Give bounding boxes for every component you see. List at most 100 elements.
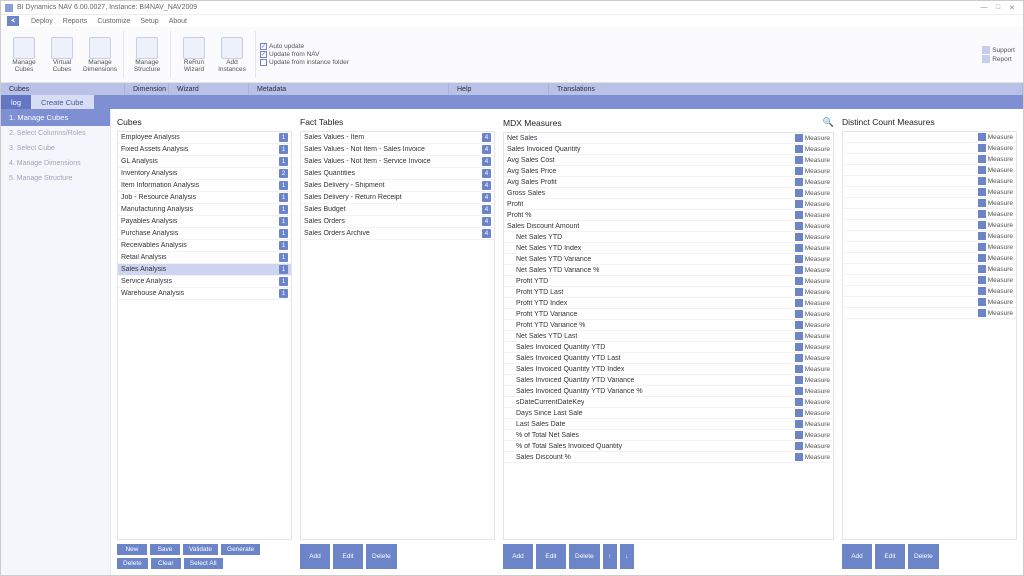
list-item[interactable]: Profit YTD LastMeasure [504, 287, 833, 298]
list-item[interactable]: GL Analysis1 [118, 156, 291, 168]
list-item[interactable]: Measure [843, 198, 1016, 209]
check-update-from-nav[interactable]: ✓Update from NAV [260, 51, 349, 58]
list-item[interactable]: Sales Invoiced Quantity YTDMeasure [504, 342, 833, 353]
list-mdx[interactable]: Net SalesMeasureSales Invoiced QuantityM… [503, 132, 834, 540]
list-item[interactable]: Avg Sales PriceMeasure [504, 166, 833, 177]
action-button[interactable]: ↑ [603, 544, 617, 569]
ribbon-report[interactable]: Report [982, 55, 1015, 63]
list-item[interactable]: Gross SalesMeasure [504, 188, 833, 199]
sidebar-item[interactable]: 4. Manage Dimensions [1, 156, 110, 171]
list-item[interactable]: Measure [843, 165, 1016, 176]
list-item[interactable]: Employee Analysis1 [118, 132, 291, 144]
action-button[interactable]: Edit [875, 544, 905, 569]
list-item[interactable]: Fixed Assets Analysis1 [118, 144, 291, 156]
action-button[interactable]: Edit [536, 544, 566, 569]
menu-about[interactable]: About [169, 18, 187, 25]
sidebar-item[interactable]: 5. Manage Structure [1, 171, 110, 186]
menu-deploy[interactable]: Deploy [31, 18, 53, 25]
list-item[interactable]: Profit YTD Variance %Measure [504, 320, 833, 331]
list-item[interactable]: Profit %Measure [504, 210, 833, 221]
menu-customize[interactable]: Customize [97, 18, 130, 25]
list-item[interactable]: Sales Invoiced Quantity YTD Variance %Me… [504, 386, 833, 397]
list-item[interactable]: Sales Values - Not Item - Service Invoic… [301, 156, 494, 168]
list-item[interactable]: Measure [843, 231, 1016, 242]
menu-reports[interactable]: Reports [63, 18, 88, 25]
list-item[interactable]: Payables Analysis1 [118, 216, 291, 228]
list-item[interactable]: Item Information Analysis1 [118, 180, 291, 192]
list-item[interactable]: Sales Delivery - Return Receipt4 [301, 192, 494, 204]
list-item[interactable]: Manufacturing Analysis1 [118, 204, 291, 216]
list-item[interactable]: Measure [843, 176, 1016, 187]
list-item[interactable]: Receivables Analysis1 [118, 240, 291, 252]
ribbon-manage-dimensions[interactable]: Manage Dimensions [83, 37, 117, 73]
search-icon[interactable]: 🔍 [823, 117, 834, 128]
close-button[interactable]: ✕ [1005, 4, 1019, 12]
list-item[interactable]: Measure [843, 187, 1016, 198]
list-item[interactable]: Profit YTD VarianceMeasure [504, 309, 833, 320]
list-item[interactable]: Avg Sales ProfitMeasure [504, 177, 833, 188]
list-item[interactable]: Measure [843, 275, 1016, 286]
list-item[interactable]: Profit YTD IndexMeasure [504, 298, 833, 309]
list-item[interactable]: Job - Resource Analysis1 [118, 192, 291, 204]
list-item[interactable]: Measure [843, 132, 1016, 143]
action-button[interactable]: Delete [117, 558, 148, 569]
list-item[interactable]: Sales Quantities4 [301, 168, 494, 180]
list-item[interactable]: Sales Discount AmountMeasure [504, 221, 833, 232]
list-item[interactable]: Avg Sales CostMeasure [504, 155, 833, 166]
action-button[interactable]: Select All [184, 558, 223, 569]
check-update-from-instance[interactable]: Update from instance folder [260, 59, 349, 66]
maximize-button[interactable]: □ [991, 4, 1005, 11]
action-button[interactable]: ↓ [620, 544, 634, 569]
list-item[interactable]: Sales Orders Archive4 [301, 228, 494, 240]
list-item[interactable]: Sales Values - Not Item - Sales Invoice4 [301, 144, 494, 156]
list-item[interactable]: Sales Analysis1 [118, 264, 291, 276]
list-item[interactable]: Inventory Analysis2 [118, 168, 291, 180]
list-item[interactable]: Measure [843, 154, 1016, 165]
sidebar-item[interactable]: 2. Select Columns/Roles [1, 126, 110, 141]
list-item[interactable]: Net Sales YTD Variance %Measure [504, 265, 833, 276]
list-item[interactable]: Measure [843, 297, 1016, 308]
list-item[interactable]: Profit YTDMeasure [504, 276, 833, 287]
list-item[interactable]: Sales Values - Item4 [301, 132, 494, 144]
ribbon-manage-cubes[interactable]: Manage Cubes [7, 37, 41, 73]
action-button[interactable]: Generate [221, 544, 260, 555]
action-button[interactable]: Clear [151, 558, 181, 569]
list-item[interactable]: Sales Orders4 [301, 216, 494, 228]
list-item[interactable]: Measure [843, 143, 1016, 154]
action-button[interactable]: Add [842, 544, 872, 569]
crumb-create[interactable]: Create Cube [31, 95, 94, 109]
action-button[interactable]: Delete [569, 544, 600, 569]
list-item[interactable]: Service Analysis1 [118, 276, 291, 288]
crumb-log[interactable]: log [1, 95, 31, 109]
list-item[interactable]: Sales Invoiced Quantity YTD VarianceMeas… [504, 375, 833, 386]
list-item[interactable]: Measure [843, 264, 1016, 275]
action-button[interactable]: Delete [908, 544, 939, 569]
list-cubes[interactable]: Employee Analysis1Fixed Assets Analysis1… [117, 131, 292, 540]
action-button[interactable]: Edit [333, 544, 363, 569]
sidebar-item[interactable]: 1. Manage Cubes [1, 109, 110, 126]
action-button[interactable]: Delete [366, 544, 397, 569]
sidebar-item[interactable]: 3. Select Cube [1, 141, 110, 156]
nav-back-chip[interactable]: ⮜ [7, 16, 19, 26]
list-item[interactable]: Last Sales DateMeasure [504, 419, 833, 430]
list-item[interactable]: Measure [843, 220, 1016, 231]
ribbon-support[interactable]: Support [982, 46, 1015, 54]
list-item[interactable]: Measure [843, 209, 1016, 220]
minimize-button[interactable]: — [977, 4, 991, 11]
ribbon-rerun-wizard[interactable]: ReRun Wizard [177, 37, 211, 73]
list-item[interactable]: sDateCurrentDateKeyMeasure [504, 397, 833, 408]
list-item[interactable]: Measure [843, 286, 1016, 297]
action-button[interactable]: Add [503, 544, 533, 569]
list-item[interactable]: Net Sales YTD LastMeasure [504, 331, 833, 342]
list-item[interactable]: Net Sales YTD IndexMeasure [504, 243, 833, 254]
ribbon-add-instances[interactable]: Add Instances [215, 37, 249, 73]
list-item[interactable]: ProfitMeasure [504, 199, 833, 210]
list-item[interactable]: % of Total Sales Invoiced QuantityMeasur… [504, 441, 833, 452]
list-dcm[interactable]: MeasureMeasureMeasureMeasureMeasureMeasu… [842, 131, 1017, 540]
action-button[interactable]: Add [300, 544, 330, 569]
action-button[interactable]: New [117, 544, 147, 555]
list-item[interactable]: Sales Invoiced QuantityMeasure [504, 144, 833, 155]
list-item[interactable]: Measure [843, 242, 1016, 253]
list-item[interactable]: % of Total Net SalesMeasure [504, 430, 833, 441]
list-item[interactable]: Sales Budget4 [301, 204, 494, 216]
